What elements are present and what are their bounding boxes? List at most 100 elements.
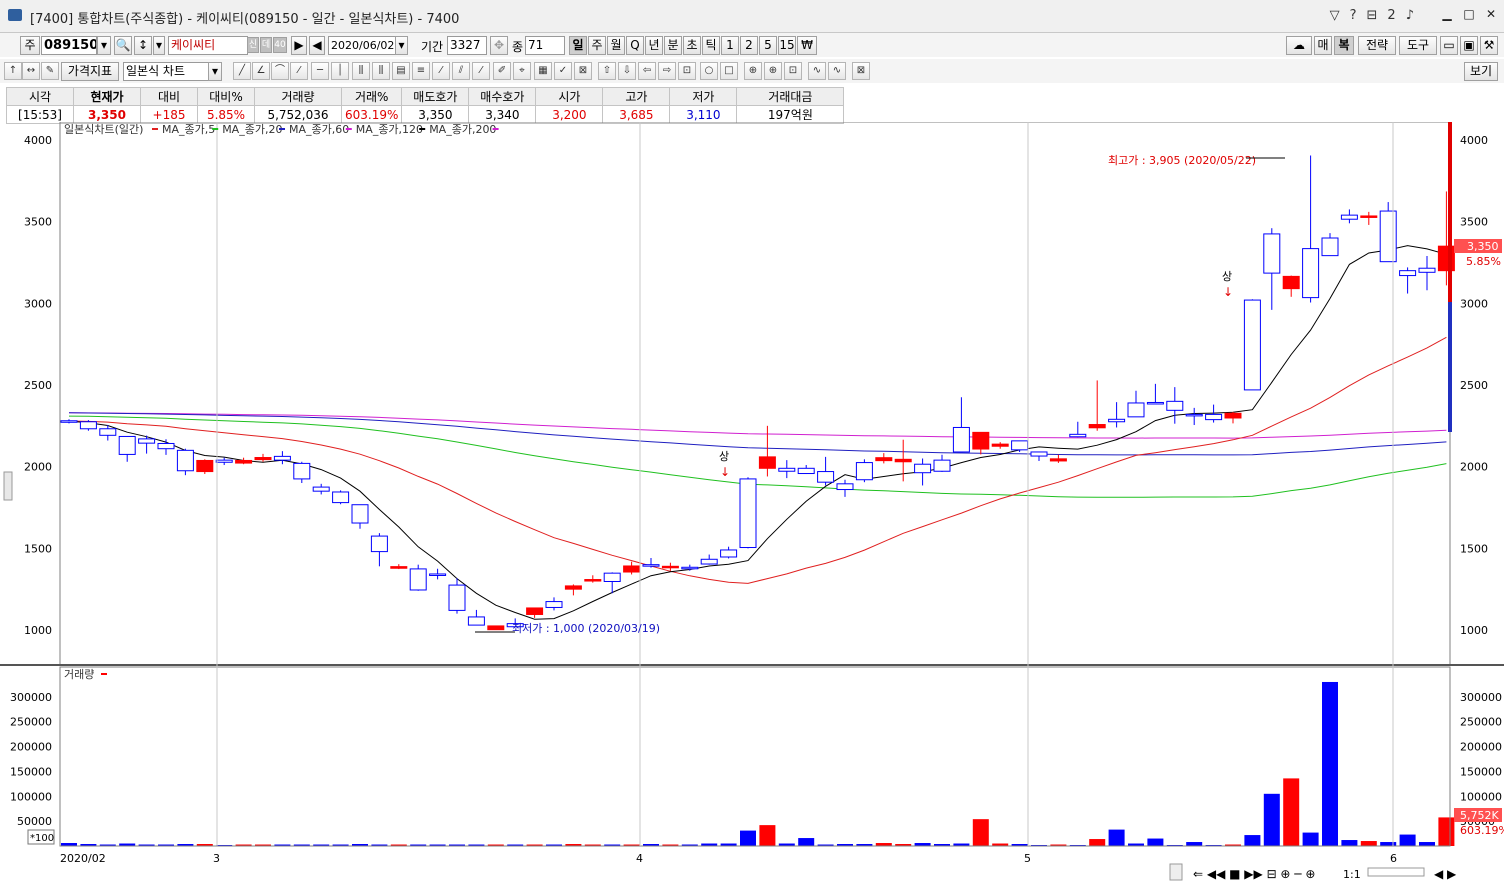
draw-tool-9-icon[interactable]: ▤ bbox=[392, 62, 410, 80]
draw-tool-27-icon[interactable]: ⊕ bbox=[764, 62, 782, 80]
period-input[interactable]: 3327 bbox=[447, 36, 487, 55]
draw-tool-2-icon[interactable]: ∠ bbox=[252, 62, 270, 80]
up-arrow-icon[interactable]: ↑ bbox=[4, 62, 22, 80]
interval-1-button[interactable]: 1 bbox=[721, 36, 739, 55]
draw-tool-6-icon[interactable]: │ bbox=[331, 62, 349, 80]
minimize-button[interactable]: ▁ bbox=[1438, 6, 1456, 22]
date-dropdown-icon[interactable]: ▾ bbox=[395, 36, 408, 55]
draw-tool-24-icon[interactable]: ○ bbox=[700, 62, 718, 80]
date-input[interactable]: 2020/06/02 bbox=[328, 36, 396, 55]
market-select[interactable]: 주 bbox=[20, 36, 40, 55]
candle-body bbox=[1127, 402, 1145, 418]
interval-second-button[interactable]: 초 bbox=[683, 36, 701, 55]
draw-tool-17-icon[interactable]: ✓ bbox=[554, 62, 572, 80]
indicator-button[interactable]: 가격지표 bbox=[61, 62, 119, 81]
stock-name-field[interactable]: 케이씨티 bbox=[168, 36, 248, 55]
wrench-icon[interactable]: ⚒ bbox=[1480, 36, 1498, 55]
screen-two-icon[interactable]: 2 bbox=[1387, 8, 1395, 23]
draw-tool-8-icon[interactable]: ⫼ bbox=[372, 62, 390, 80]
period-label: 기간 bbox=[421, 40, 444, 54]
next-arrow-icon[interactable]: ▶ bbox=[291, 36, 307, 55]
quote-header-9: 고가 bbox=[602, 87, 671, 106]
draw-tool-18-icon[interactable]: ⊠ bbox=[574, 62, 592, 80]
draw-tool-7-icon[interactable]: ⫼ bbox=[352, 62, 370, 80]
interval-quarter-button[interactable]: Q bbox=[626, 36, 644, 55]
cloud-icon[interactable]: ☁ bbox=[1286, 36, 1312, 55]
sort-dropdown-icon[interactable]: ▾ bbox=[153, 36, 165, 55]
quote-value-row: [15:53] 3,350 +185 5.85% 5,752,036 603.19% 3,3… bbox=[6, 105, 845, 124]
candle-body bbox=[312, 486, 330, 492]
prev-arrow-icon[interactable]: ◀ bbox=[309, 36, 325, 55]
draw-tool-12-icon[interactable]: ⫽ bbox=[452, 62, 470, 80]
split-icon[interactable]: ⊟ bbox=[1367, 8, 1378, 23]
interval-tick-button[interactable]: 틱 bbox=[702, 36, 720, 55]
stock-code-input[interactable]: 089150 bbox=[41, 36, 97, 55]
right-price-bar-down bbox=[1448, 302, 1452, 432]
filter-icon[interactable]: ▽ bbox=[1330, 8, 1340, 23]
chart-canvas[interactable]: 4000 4000 3500 3500 3000 3000 2500 2500 2000 2000… bbox=[0, 121, 1504, 884]
draw-tool-16-icon[interactable]: ▦ bbox=[534, 62, 552, 80]
search-icon[interactable]: 🔍 bbox=[114, 36, 132, 55]
candle-body bbox=[138, 438, 156, 444]
quote-value-4: 5,752,036 bbox=[254, 105, 342, 124]
draw-tool-13-icon[interactable]: ⁄ bbox=[472, 62, 490, 80]
open-folder-icon[interactable]: ▭ bbox=[1440, 36, 1458, 55]
draw-tool-19-icon[interactable]: ⇧ bbox=[598, 62, 616, 80]
maximize-button[interactable]: □ bbox=[1460, 6, 1478, 22]
code-dropdown-icon[interactable]: ▾ bbox=[97, 36, 111, 55]
strategy-button[interactable]: 전략 bbox=[1358, 36, 1396, 55]
help-icon[interactable]: ? bbox=[1350, 8, 1357, 23]
draw-tool-28-icon[interactable]: ⊡ bbox=[784, 62, 802, 80]
sound-icon[interactable]: ♪ bbox=[1406, 8, 1414, 23]
interval-minute-button[interactable]: 분 bbox=[664, 36, 682, 55]
tools-button[interactable]: 도구 bbox=[1399, 36, 1437, 55]
sort-icon[interactable]: ↕ bbox=[134, 36, 152, 55]
chart-area[interactable]: 4000 4000 3500 3500 3000 3000 2500 2500 2000 2000… bbox=[0, 121, 1504, 884]
edit-icon[interactable]: ✎ bbox=[41, 62, 59, 80]
draw-tool-20-icon[interactable]: ⇩ bbox=[618, 62, 636, 80]
draw-tool-30-icon[interactable]: ∿ bbox=[828, 62, 846, 80]
draw-tool-3-icon[interactable]: ⌒ bbox=[271, 62, 289, 80]
interval-2-button[interactable]: 2 bbox=[740, 36, 758, 55]
candle-body bbox=[836, 483, 854, 491]
close-button[interactable]: ✕ bbox=[1482, 6, 1500, 22]
interval-year-button[interactable]: 년 bbox=[645, 36, 663, 55]
view-button[interactable]: 보기 bbox=[1464, 62, 1498, 81]
draw-tool-15-icon[interactable]: ⌖ bbox=[513, 62, 531, 80]
draw-tool-25-icon[interactable]: □ bbox=[720, 62, 738, 80]
count-input[interactable]: 71 bbox=[525, 36, 565, 55]
volume-bar bbox=[1341, 840, 1358, 846]
draw-tool-14-icon[interactable]: ✐ bbox=[493, 62, 511, 80]
interval-custom-button[interactable]: ₩ bbox=[797, 36, 817, 55]
draw-tool-29-icon[interactable]: ∿ bbox=[808, 62, 826, 80]
interval-15-button[interactable]: 15 bbox=[778, 36, 796, 55]
price-tick-right: 3000 bbox=[1460, 297, 1488, 310]
quote-header-2: 대비 bbox=[140, 87, 198, 106]
interval-month-button[interactable]: 월 bbox=[607, 36, 625, 55]
draw-tool-1-icon[interactable]: ╱ bbox=[233, 62, 251, 80]
draw-tool-10-icon[interactable]: ≡ bbox=[412, 62, 430, 80]
volume-tick-right: 300000 bbox=[1460, 691, 1502, 704]
draw-tool-5-icon[interactable]: ─ bbox=[311, 62, 329, 80]
price-tick-left: 1000 bbox=[24, 624, 52, 637]
compound-button[interactable]: 복 bbox=[1334, 36, 1354, 55]
interval-week-button[interactable]: 주 bbox=[588, 36, 606, 55]
draw-tool-4-icon[interactable]: ⁄ bbox=[290, 62, 308, 80]
chart-type-dropdown-icon[interactable]: ▾ bbox=[208, 62, 222, 81]
interval-day-button[interactable]: 일 bbox=[569, 36, 587, 55]
draw-tool-21-icon[interactable]: ⇦ bbox=[638, 62, 656, 80]
link-icon[interactable]: ✥ bbox=[490, 36, 508, 55]
save-icon[interactable]: ▣ bbox=[1460, 36, 1478, 55]
candle-body bbox=[157, 442, 175, 450]
draw-tool-31-icon[interactable]: ⊠ bbox=[852, 62, 870, 80]
candle-body bbox=[60, 420, 78, 423]
buy-button[interactable]: 매 bbox=[1314, 36, 1332, 55]
badge-40: 40 bbox=[273, 37, 287, 53]
draw-tool-26-icon[interactable]: ⊕ bbox=[744, 62, 762, 80]
interval-5-button[interactable]: 5 bbox=[759, 36, 777, 55]
draw-tool-23-icon[interactable]: ⊡ bbox=[678, 62, 696, 80]
scale-icon[interactable]: ↔ bbox=[22, 62, 40, 80]
chart-type-select[interactable]: 일본식 차트 bbox=[123, 62, 209, 81]
draw-tool-22-icon[interactable]: ⇨ bbox=[658, 62, 676, 80]
draw-tool-11-icon[interactable]: ⁄ bbox=[432, 62, 450, 80]
